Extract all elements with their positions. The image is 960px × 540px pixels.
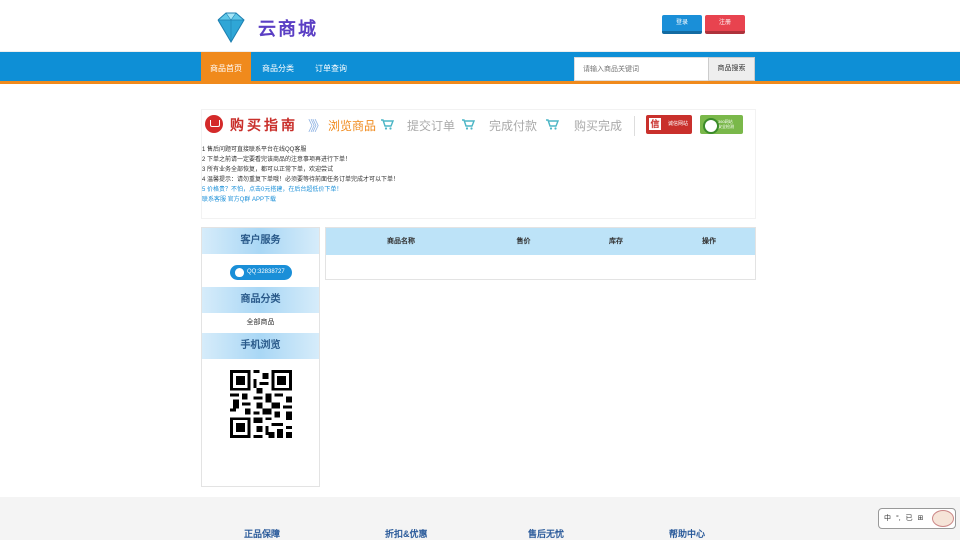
top-bar: 云商城 登录 注册 [0,0,960,52]
security-check-badge[interactable]: 360网站 安全检测 [700,115,743,134]
footer-item-discount[interactable]: 折扣&优惠 [385,527,428,540]
guide-title: 购买指南 [230,117,298,133]
nav-item-order-query[interactable]: 订单查询 [309,52,353,84]
column-header-action: 操作 [702,238,716,245]
cart-step-icon [380,118,395,130]
main-nav: 商品首页 商品分类 订单查询 [0,52,960,84]
double-arrow-icon: 》》 [308,118,326,134]
cart-step-icon [461,118,476,130]
category-item-all[interactable]: 全部商品 [202,317,319,327]
divider [634,116,635,136]
qq-contact-button[interactable]: QQ:32838727 [230,265,292,280]
search-button[interactable]: 商品搜索 [708,57,755,81]
step-complete-payment: 完成付款 [489,119,538,133]
ime-toolbar[interactable]: 中 °, 已 ⊞ [878,508,956,529]
site-logo[interactable]: 云商城 [212,10,318,46]
step-submit-order: 提交订单 [407,119,456,133]
step-browse: 浏览商品 [328,119,377,133]
nav-item-home[interactable]: 商品首页 [201,52,251,84]
badge-360-line2: 安全检测 [718,124,734,129]
login-button[interactable]: 登录 [662,15,702,34]
notice-item: 3 所有业务全部恢复，都可以正常下单，欢迎尝试 [202,167,334,173]
customer-service-title: 客户服务 [202,228,319,254]
notice-item: 4 温馨提示：请勿重复下单哦！必须要等待前面任务订单完成才可以下单！ [202,177,400,183]
column-header-name: 商品名称 [387,238,415,245]
cart-icon [205,115,223,133]
search-input[interactable] [574,57,709,81]
credit-site-badge[interactable]: 诚信网站 [646,115,692,134]
quick-links[interactable]: 联系客服 官方Q群 APP下载 [202,195,757,205]
diamond-icon [217,12,245,43]
qr-code-icon [230,370,292,438]
nav-item-categories[interactable]: 商品分类 [256,52,300,84]
notice-item: 1 售后问题可直接联系平台在线QQ客服 [202,147,307,153]
step-purchase-complete: 购买完成 [574,119,623,133]
notice-item-link[interactable]: 5 价格贵？不怕，点击0元搭建，在后台超低价下单！ [202,185,757,195]
category-title: 商品分类 [202,287,319,313]
logo-text: 云商城 [258,19,318,40]
purchase-guide: 购买指南 》》 浏览商品 提交订单 完成付款 购买完成 诚信网站 360网站 安… [201,109,756,219]
footer-item-after-sales[interactable]: 售后无忧 [528,527,564,540]
register-button[interactable]: 注册 [705,15,745,34]
notice-list: 1 售后问题可直接联系平台在线QQ客服 2 下单之前请一定要看完该商品的注意事项… [202,145,757,205]
ime-text: 中 °, 已 ⊞ [884,515,924,522]
goods-table: 商品名称 售价 库存 操作 [325,227,756,280]
qq-icon [235,268,244,277]
column-header-stock: 库存 [609,238,623,245]
footer-item-help[interactable]: 帮助中心 [669,527,705,540]
footer-item-genuine[interactable]: 正品保障 [244,527,280,540]
sidebar: 客户服务 QQ:32838727 商品分类 全部商品 手机浏览 [201,227,320,487]
cart-step-icon [545,118,560,130]
footer: 正品保障 折扣&优惠 售后无忧 帮助中心 [0,497,960,540]
notice-item: 2 下单之前请一定要看完该商品的注意事项再进行下单！ [202,157,352,163]
table-header: 商品名称 售价 库存 操作 [326,228,755,255]
mobile-browse-title: 手机浏览 [202,333,319,359]
avatar-icon [932,510,954,527]
qq-number: QQ:32838727 [247,269,285,275]
column-header-price: 售价 [516,238,531,245]
guide-steps-banner: 购买指南 》》 浏览商品 提交订单 完成付款 购买完成 诚信网站 360网站 安… [202,110,757,142]
